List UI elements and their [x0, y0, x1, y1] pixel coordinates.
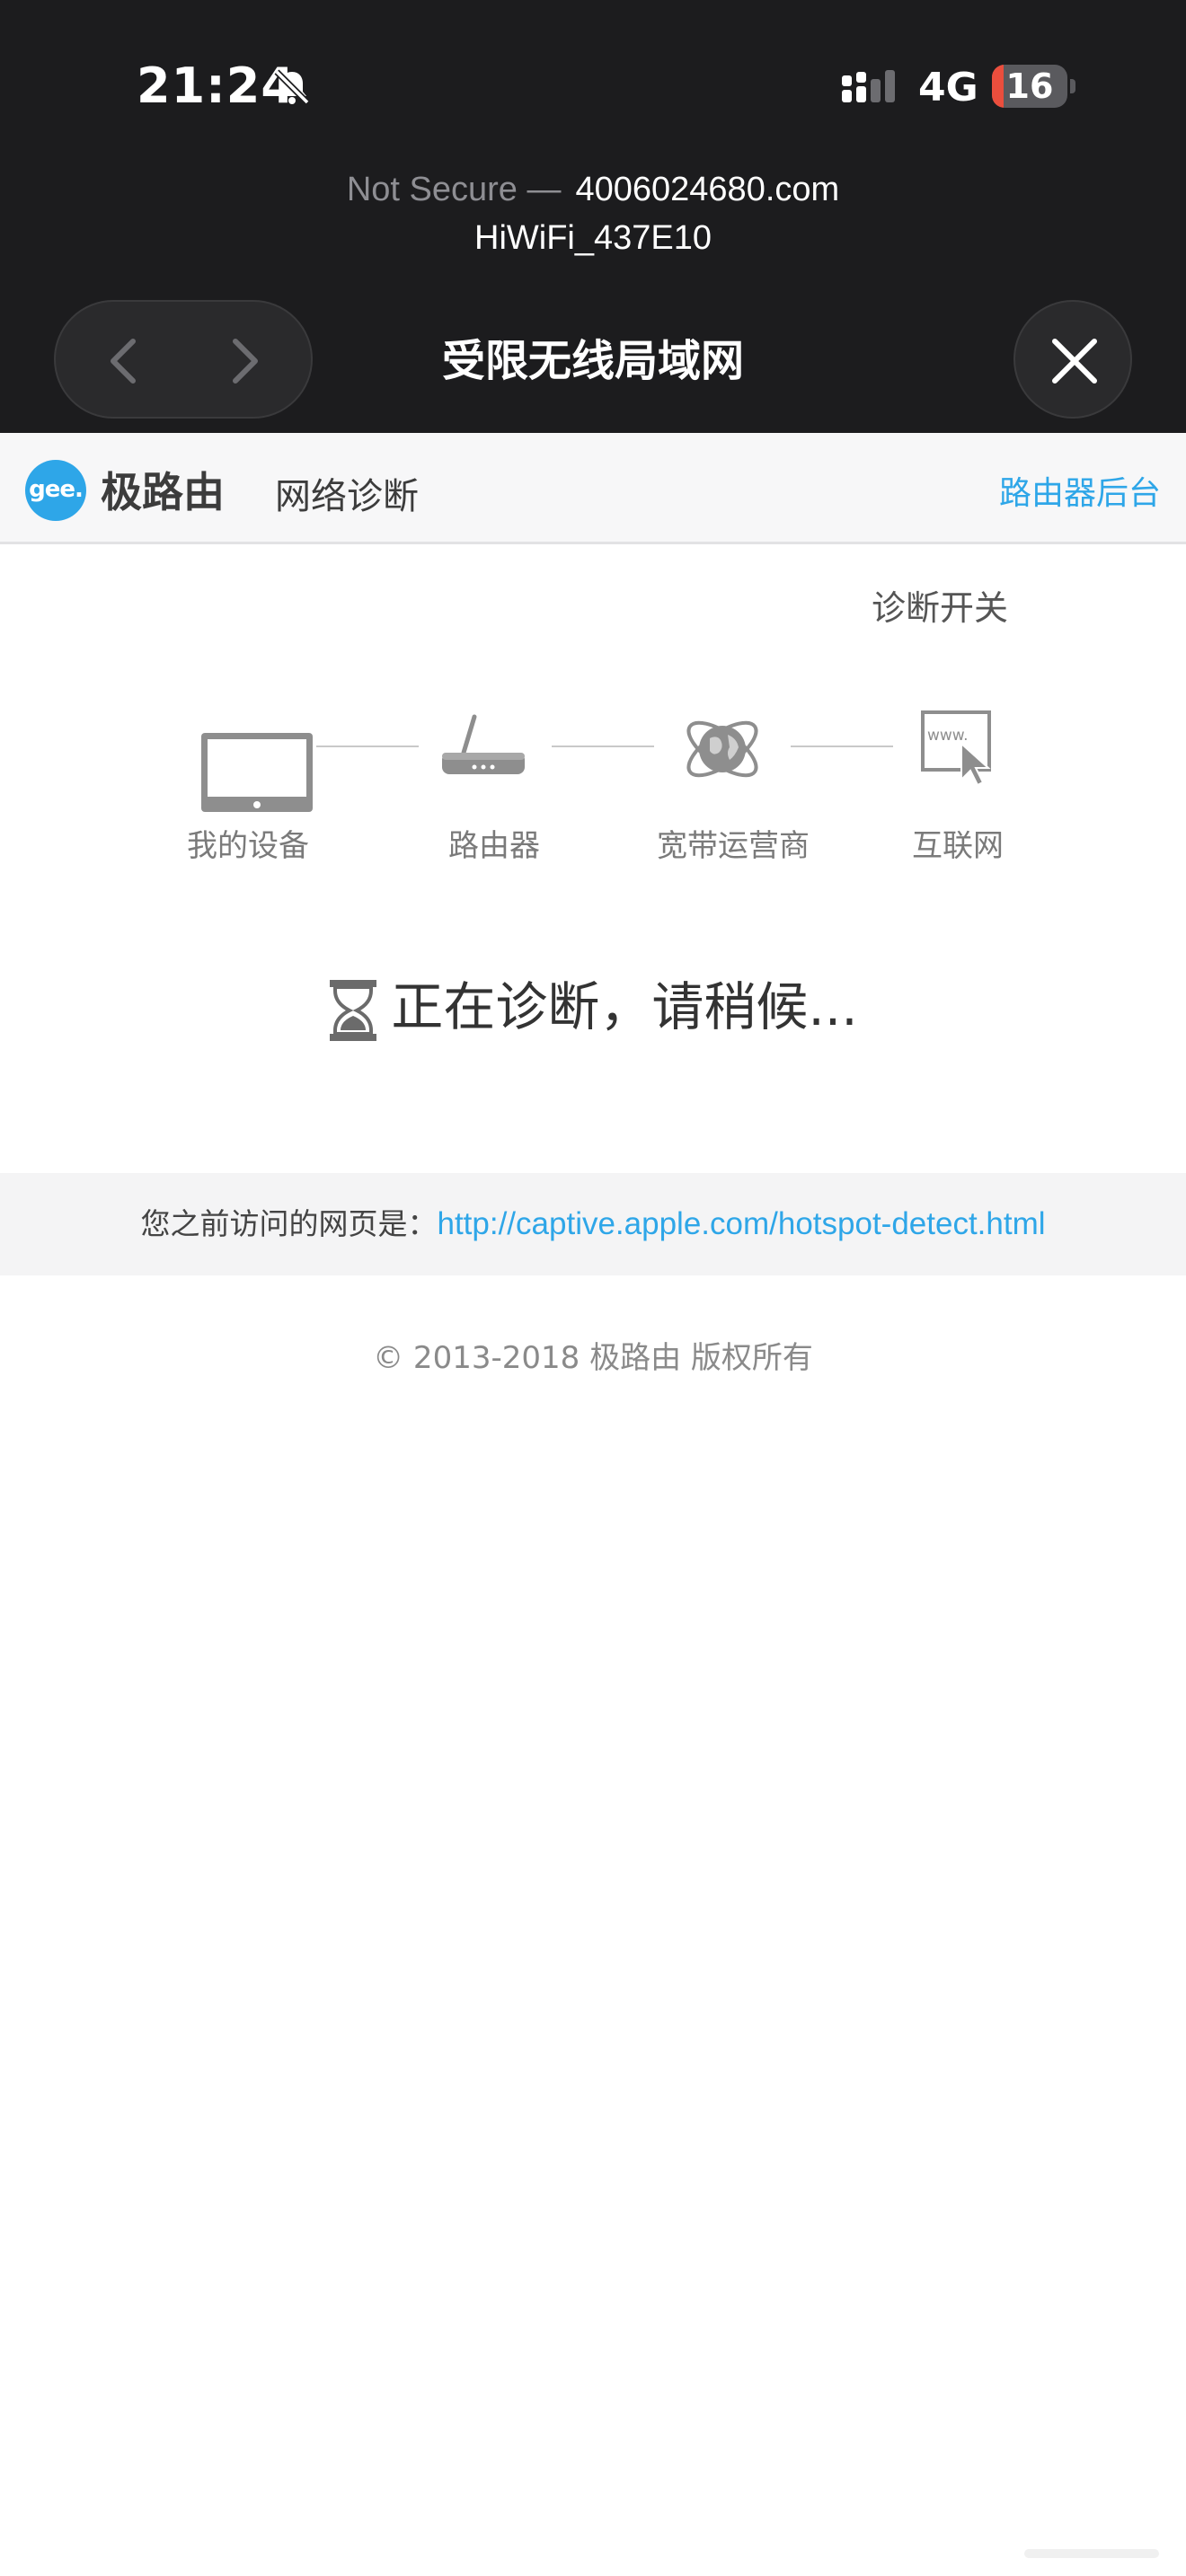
- chevron-right-icon[interactable]: [208, 327, 277, 395]
- sheet-title: 受限无线局域网: [441, 336, 744, 386]
- diagnosis-status: 正在诊断，请稍候...: [0, 965, 1186, 1043]
- signal-icon: [842, 70, 895, 102]
- node-label-internet: 互联网: [912, 828, 1004, 864]
- copyright: © 2013-2018 极路由 版权所有: [373, 1340, 813, 1376]
- connector-line: [552, 745, 654, 747]
- monitor-icon: [201, 733, 313, 812]
- previous-visit-label: 您之前访问的网页是：: [140, 1206, 438, 1241]
- url-line: Not Secure — 4006024680.com: [0, 171, 1186, 209]
- navigation-buttons: [54, 300, 313, 419]
- network-name: HiWiFi_437E10: [474, 219, 712, 257]
- connector-line: [316, 745, 419, 747]
- domain-label: 4006024680.com: [575, 171, 840, 208]
- battery-level: 16: [1005, 66, 1054, 106]
- diagnosis-path: www. 我的设备 路由器 宽带运营商 互联网: [0, 692, 1186, 871]
- diagnosis-switch[interactable]: 诊断开关: [872, 580, 1008, 630]
- brand-name: 极路由: [101, 468, 225, 516]
- home-indicator: [1024, 2549, 1159, 2558]
- battery-cap: [1070, 79, 1075, 93]
- captive-portal-sheet-header: 21:24 4G 16 Not Secure — 4006024680.com H…: [0, 0, 1186, 433]
- close-icon: [1052, 339, 1097, 384]
- node-label-my-device: 我的设备: [187, 828, 309, 864]
- gee-logo: gee.: [25, 460, 86, 521]
- connector-line: [791, 745, 893, 747]
- svg-text:www.: www.: [927, 727, 969, 745]
- battery-indicator: 16: [992, 65, 1067, 108]
- page-title: 网络诊断: [275, 476, 419, 517]
- node-label-router: 路由器: [448, 828, 540, 864]
- globe-icon: [686, 720, 758, 778]
- chevron-left-icon[interactable]: [92, 327, 160, 395]
- network-type: 4G: [918, 65, 978, 110]
- close-button[interactable]: [1013, 300, 1132, 419]
- page-header: gee. 极路由 网络诊断 路由器后台: [0, 433, 1186, 544]
- previous-visit-link[interactable]: http://captive.apple.com/hotspot-detect.…: [437, 1206, 1045, 1241]
- status-bar: 21:24 4G 16: [0, 0, 1186, 171]
- hourglass-icon: [330, 979, 377, 1041]
- www-cursor-icon: www.: [921, 710, 991, 787]
- node-label-isp: 宽带运营商: [657, 828, 810, 864]
- bell-slash-icon: [274, 69, 310, 105]
- router-icon: [442, 714, 525, 774]
- previous-visit-bar: 您之前访问的网页是：http://captive.apple.com/hotsp…: [0, 1173, 1186, 1275]
- diagnosis-status-text: 正在诊断，请稍候...: [391, 976, 858, 1037]
- router-admin-link[interactable]: 路由器后台: [999, 467, 1161, 514]
- not-secure-label: Not Secure —: [346, 171, 562, 208]
